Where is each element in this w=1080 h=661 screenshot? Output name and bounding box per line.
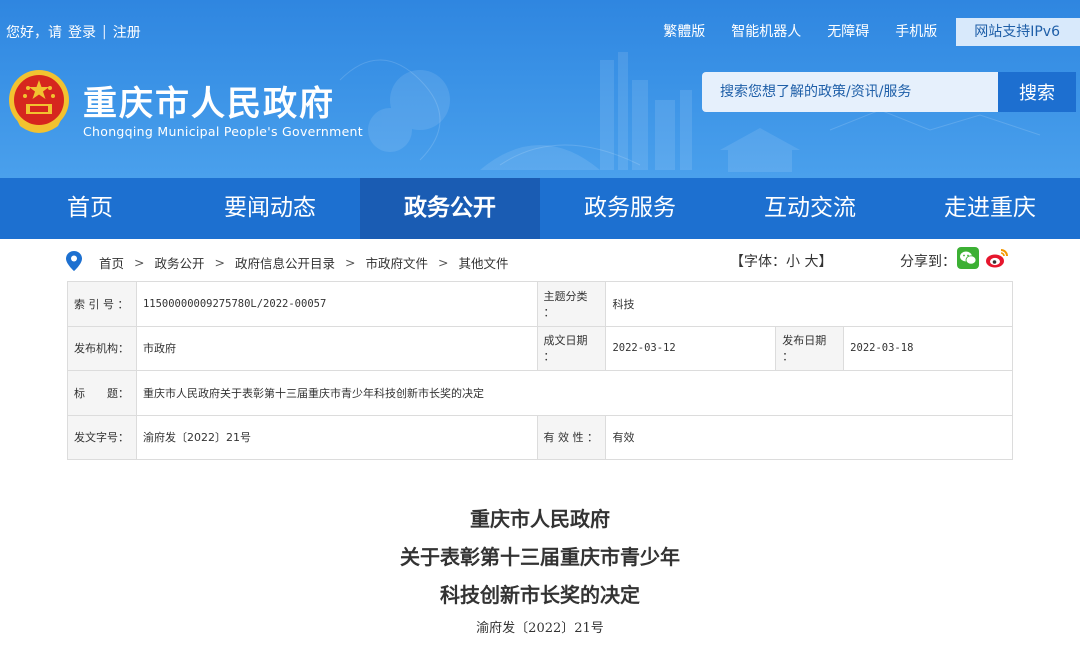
breadcrumb-arrow: > xyxy=(438,255,449,270)
validity-value: 有效 xyxy=(605,414,1013,460)
breadcrumb-home[interactable]: 首页 xyxy=(99,253,124,272)
breadcrumb-arrow: > xyxy=(214,255,225,270)
site-header: 您好，请 登录 | 注册 繁體版 智能机器人 无障碍 手机版 网站支持IPv6 … xyxy=(0,0,1080,178)
nav-item-services[interactable]: 政务服务 xyxy=(540,178,720,239)
register-link[interactable]: 注册 xyxy=(113,22,141,42)
font-size-prefix: 【字体： xyxy=(730,254,786,270)
table-row: 索 引 号 ： 11500000009275780L/2022-00057 主题… xyxy=(67,281,1013,327)
published-date-label: 发布日期 ： xyxy=(775,325,845,371)
index-value: 11500000009275780L/2022-00057 xyxy=(135,281,538,327)
search-box: 搜索 xyxy=(702,72,1076,112)
org-value: 市政府 xyxy=(135,325,538,371)
docno-value: 渝府发〔2022〕21号 xyxy=(135,414,538,460)
search-input[interactable] xyxy=(702,72,998,112)
created-date-value: 2022-03-12 xyxy=(605,325,777,371)
table-row: 标 题： 重庆市人民政府关于表彰第十三届重庆市青少年科技创新市长奖的决定 xyxy=(67,370,1014,416)
breadcrumb-government-affairs[interactable]: 政务公开 xyxy=(155,253,205,272)
org-label: 发布机构： xyxy=(67,325,137,371)
title-label: 标 题： xyxy=(67,370,137,416)
greeting-text: 您好，请 xyxy=(6,25,62,41)
weibo-icon[interactable] xyxy=(985,247,1009,269)
table-row: 发文字号： 渝府发〔2022〕21号 有 效 性 ： 有效 xyxy=(67,414,1013,460)
topic-label: 主题分类 ： xyxy=(536,281,607,327)
traditional-chinese-link[interactable]: 繁體版 xyxy=(663,18,705,46)
mobile-version-link[interactable]: 手机版 xyxy=(895,18,937,46)
nav-item-about-chongqing[interactable]: 走进重庆 xyxy=(900,178,1080,239)
wechat-icon[interactable] xyxy=(957,247,979,269)
document-info-table: 索 引 号 ： 11500000009275780L/2022-00057 主题… xyxy=(67,281,1014,460)
location-pin-icon xyxy=(66,251,82,271)
breadcrumb-municipal-documents[interactable]: 市政府文件 xyxy=(366,253,429,272)
document-title-line-3: 科技创新市长奖的决定 xyxy=(440,583,640,607)
breadcrumb-arrow: > xyxy=(345,255,356,270)
ipv6-badge: 网站支持IPv6 xyxy=(956,18,1080,46)
table-row: 发布机构： 市政府 成文日期 ： 2022-03-12 发布日期 ： 2022-… xyxy=(67,325,1013,371)
topic-value: 科技 xyxy=(605,281,1013,327)
font-size-suffix: 】 xyxy=(818,254,833,270)
nav-item-government-affairs[interactable]: 政务公开 xyxy=(360,178,540,239)
document-heading: 重庆市人民政府 关于表彰第十三届重庆市青少年 科技创新市长奖的决定 渝府发〔20… xyxy=(0,500,1080,636)
national-emblem-icon xyxy=(9,70,69,133)
breadcrumb: 首页 > 政务公开 > 政府信息公开目录 > 市政府文件 > 其他文件 xyxy=(99,253,509,272)
nav-item-news[interactable]: 要闻动态 xyxy=(180,178,360,239)
main-nav: 首页 要闻动态 政务公开 政务服务 互动交流 走进重庆 xyxy=(0,178,1080,239)
breadcrumb-info-catalog[interactable]: 政府信息公开目录 xyxy=(235,253,335,272)
document-title-line-1: 重庆市人民政府 xyxy=(470,507,610,531)
breadcrumb-other-documents[interactable]: 其他文件 xyxy=(459,253,509,272)
search-button[interactable]: 搜索 xyxy=(998,72,1076,112)
accessibility-link[interactable]: 无障碍 xyxy=(827,18,869,46)
font-size-large-button[interactable]: 大 xyxy=(804,254,818,270)
smart-robot-link[interactable]: 智能机器人 xyxy=(731,18,801,46)
user-links: 您好，请 登录 | 注册 xyxy=(6,22,141,42)
nav-item-home[interactable]: 首页 xyxy=(0,178,180,239)
nav-item-interaction[interactable]: 互动交流 xyxy=(720,178,900,239)
site-title[interactable]: 重庆市人民政府 xyxy=(83,76,335,125)
published-date-value: 2022-03-18 xyxy=(843,325,1013,371)
document-number: 渝府发〔2022〕21号 xyxy=(476,621,604,636)
title-value: 重庆市人民政府关于表彰第十三届重庆市青少年科技创新市长奖的决定 xyxy=(135,370,1014,416)
site-subtitle: Chongqing Municipal People's Government xyxy=(83,124,363,139)
docno-label: 发文字号： xyxy=(67,414,137,460)
index-label: 索 引 号 ： xyxy=(67,281,137,327)
login-link[interactable]: 登录 xyxy=(68,22,96,42)
breadcrumb-row: 首页 > 政务公开 > 政府信息公开目录 > 市政府文件 > 其他文件 【字体：… xyxy=(0,239,1080,281)
breadcrumb-arrow: > xyxy=(134,255,145,270)
font-size-small-button[interactable]: 小 xyxy=(786,254,800,270)
link-separator: | xyxy=(102,24,107,40)
share-label: 分享到： xyxy=(900,254,956,270)
validity-label: 有 效 性 ： xyxy=(536,414,607,460)
document-title-line-2: 关于表彰第十三届重庆市青少年 xyxy=(400,545,680,569)
created-date-label: 成文日期 ： xyxy=(536,325,607,371)
font-size-control: 【字体：小 大】 xyxy=(730,251,832,271)
utility-links: 繁體版 智能机器人 无障碍 手机版 网站支持IPv6 xyxy=(650,18,1080,46)
